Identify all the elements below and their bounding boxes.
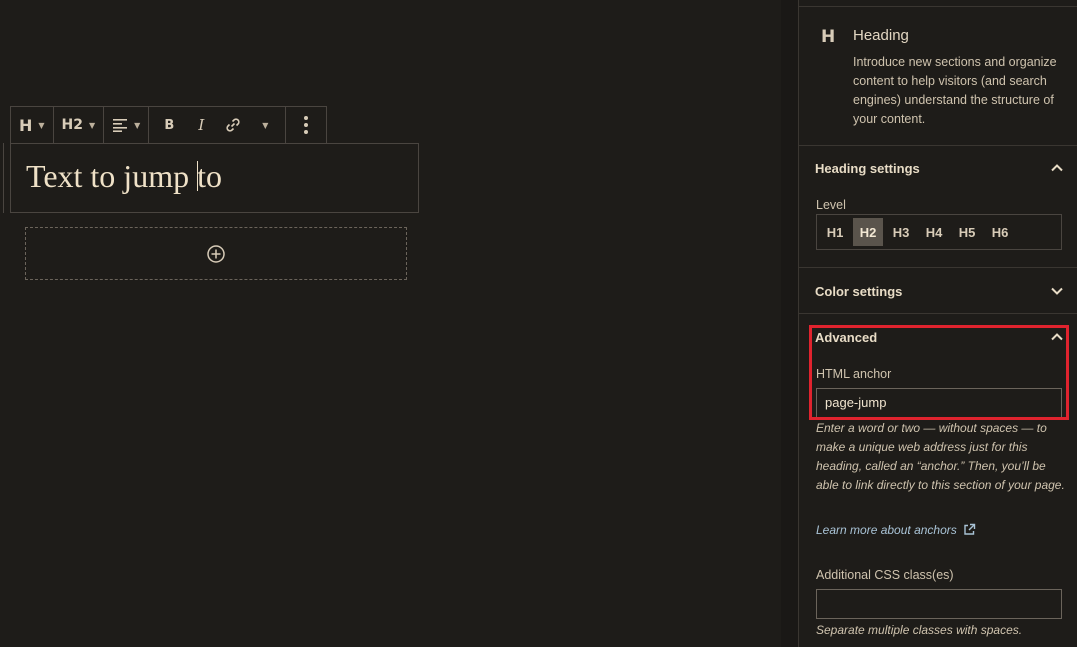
- heading-level-group: H2 ▼: [54, 107, 105, 143]
- html-anchor-help: Enter a word or two — without spaces — t…: [816, 421, 1065, 492]
- heading-text-before-caret: Text to jump: [26, 158, 198, 194]
- heading-text-after-caret: to: [197, 158, 222, 194]
- align-left-icon: [113, 119, 128, 132]
- block-left-edge: [0, 143, 4, 213]
- divider: [799, 145, 1077, 146]
- bold-button[interactable]: B: [153, 108, 185, 142]
- level-h2-button[interactable]: H2: [853, 218, 883, 246]
- level-h5-button[interactable]: H5: [952, 218, 982, 246]
- italic-icon: I: [198, 116, 205, 134]
- chevron-up-icon: [1051, 164, 1063, 172]
- more-rich-text-button[interactable]: ▼: [249, 108, 281, 142]
- link-icon: [226, 118, 240, 132]
- color-settings-title: Color settings: [815, 284, 903, 299]
- css-class-input[interactable]: [816, 589, 1062, 619]
- block-options-button[interactable]: [290, 108, 322, 142]
- level-h1-button[interactable]: H1: [820, 218, 850, 246]
- css-class-help: Separate multiple classes with spaces.: [816, 623, 1023, 637]
- add-block-appender[interactable]: [25, 227, 407, 280]
- level-label: Level: [816, 198, 846, 212]
- block-toolbar: H ▼ H2 ▼ ▼ B I ▼: [10, 106, 328, 144]
- heading-level-picker: H1 H2 H3 H4 H5 H6: [816, 214, 1062, 250]
- heading-icon: H: [821, 27, 836, 47]
- divider: [799, 267, 1077, 268]
- editor-canvas: H ▼ H2 ▼ ▼ B I ▼ Text to jump to: [0, 0, 781, 647]
- chevron-down-icon: ▼: [262, 120, 269, 130]
- block-type-group: H ▼: [11, 107, 54, 143]
- align-group: ▼: [104, 107, 150, 143]
- learn-more-anchors-link[interactable]: Learn more about anchors: [816, 523, 976, 537]
- block-type-button[interactable]: H ▼: [15, 108, 49, 142]
- chevron-down-icon: ▼: [89, 120, 96, 130]
- heading-level-button[interactable]: H2 ▼: [58, 108, 100, 142]
- sidebar-gutter: [781, 0, 798, 647]
- learn-more-anchors-text: Learn more about anchors: [816, 523, 957, 537]
- chevron-down-icon: [1051, 287, 1063, 295]
- format-group: B I ▼: [149, 107, 287, 143]
- level-h3-button[interactable]: H3: [886, 218, 916, 246]
- heading-block[interactable]: Text to jump to: [10, 143, 419, 213]
- block-card-description: Introduce new sections and organize cont…: [853, 55, 1057, 126]
- external-link-icon: [964, 523, 976, 535]
- heading-icon: H: [19, 115, 33, 135]
- options-group: [286, 107, 326, 143]
- block-card: H Heading Introduce new sections and org…: [799, 7, 1077, 145]
- css-class-label: Additional CSS class(es): [816, 568, 954, 582]
- heading-settings-title: Heading settings: [815, 161, 920, 176]
- highlight-box: [809, 325, 1069, 420]
- italic-button[interactable]: I: [185, 108, 217, 142]
- plus-circle-icon: [207, 244, 225, 263]
- chevron-down-icon: ▼: [38, 120, 45, 130]
- level-h6-button[interactable]: H6: [985, 218, 1015, 246]
- vertical-ellipsis-icon: [304, 116, 309, 134]
- bold-icon: B: [164, 117, 175, 133]
- divider: [799, 313, 1077, 314]
- heading-text[interactable]: Text to jump to: [26, 158, 222, 195]
- block-settings-sidebar: H Heading Introduce new sections and org…: [798, 0, 1077, 647]
- chevron-down-icon: ▼: [134, 120, 141, 130]
- block-card-title: Heading: [853, 27, 909, 44]
- align-button[interactable]: ▼: [108, 108, 144, 142]
- heading-level-label: H2: [61, 117, 84, 133]
- link-button[interactable]: [217, 108, 249, 142]
- level-h4-button[interactable]: H4: [919, 218, 949, 246]
